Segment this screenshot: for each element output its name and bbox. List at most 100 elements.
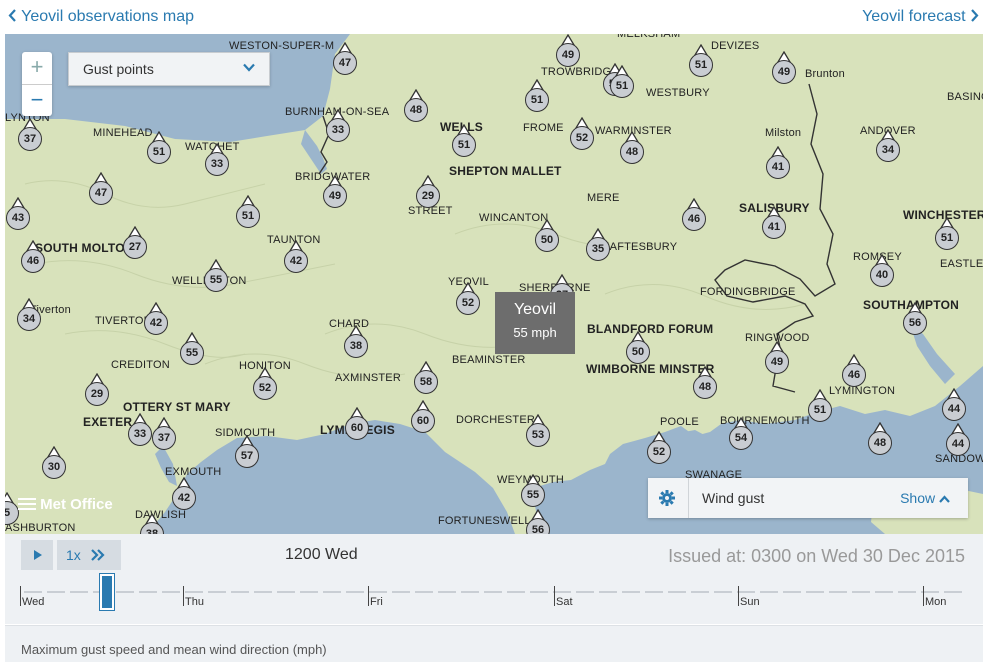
gust-marker[interactable]: 55 [203,259,229,293]
place-label: CREDITON [111,359,170,371]
gust-marker[interactable]: 52 [252,367,278,401]
play-button[interactable] [21,540,53,570]
gust-marker[interactable]: 48 [692,366,718,400]
gust-marker[interactable]: 51 [807,389,833,423]
gust-marker[interactable]: 37 [17,118,43,152]
gust-marker[interactable]: 49 [764,341,790,375]
gear-icon[interactable] [658,489,676,507]
gust-marker[interactable]: 48 [867,422,893,456]
back-to-observations-link[interactable]: Yeovil observations map [8,8,194,26]
gust-marker[interactable]: 44 [941,388,967,422]
place-label: Milston [765,127,802,139]
gust-marker[interactable]: 47 [88,172,114,206]
gust-marker[interactable]: 48 [619,131,645,165]
gust-value: 51 [236,204,260,228]
gust-value: 30 [42,455,66,479]
gust-marker[interactable]: 49 [322,175,348,209]
gust-marker[interactable]: 51 [235,195,261,229]
speed-button[interactable]: 1x [57,540,121,570]
gust-marker[interactable]: 38 [139,513,165,534]
gust-marker[interactable]: 33 [325,109,351,143]
gust-marker[interactable]: 53 [525,414,551,448]
timeline-step [461,591,479,593]
time-slider-handle[interactable] [100,574,114,610]
gust-value: 51 [452,133,476,157]
gust-marker[interactable]: 42 [171,477,197,511]
gust-marker[interactable]: 29 [415,175,441,209]
gust-value: 60 [411,409,435,433]
gust-marker[interactable]: 42 [283,240,309,274]
zoom-out-button[interactable]: − [22,84,52,117]
gust-marker[interactable]: 34 [875,129,901,163]
gust-value: 51 [808,398,832,422]
zoom-in-button[interactable]: + [22,52,52,84]
gust-marker[interactable]: 55 [179,332,205,366]
gust-marker[interactable]: 51 [688,44,714,78]
gust-marker[interactable]: 51 [934,217,960,251]
gust-marker[interactable]: 46 [681,198,707,232]
map-canvas[interactable]: WESTON-SUPER-M MELKSHAM DEVIZES TROWBRIDGE B… [5,34,983,534]
timeline-step [576,591,594,593]
place-label: FROME [523,122,564,134]
gust-marker[interactable]: 56 [525,509,551,534]
gust-marker[interactable]: 41 [765,146,791,180]
gust-marker[interactable]: 49 [771,51,797,85]
tooltip-value: 55 mph [513,325,557,340]
gust-marker[interactable]: 30 [41,446,67,480]
gust-marker[interactable]: 35 [585,228,611,262]
gust-marker[interactable]: 51 [609,65,635,99]
gust-marker[interactable]: 46 [20,240,46,274]
gust-marker[interactable]: 56 [902,302,928,336]
gust-marker[interactable]: 46 [841,354,867,388]
forecast-link[interactable]: Yeovil forecast [862,8,979,26]
gust-marker[interactable]: 58 [413,361,439,395]
timeline-day-label: Thu [185,596,204,608]
gust-marker[interactable]: 44 [945,423,971,457]
place-label: OTTERY ST MARY [123,400,231,414]
gust-marker[interactable]: 43 [5,197,31,231]
gust-marker[interactable]: 54 [728,417,754,451]
legend-divider [688,478,689,518]
layer-select[interactable]: Gust points [68,52,270,86]
timeline-step [438,591,456,593]
gust-marker[interactable]: 51 [524,79,550,113]
gust-marker[interactable]: 47 [332,42,358,76]
timeline-step [300,591,318,593]
gust-marker[interactable]: 60 [410,400,436,434]
timeline-step [760,591,778,593]
gust-marker[interactable]: 33 [127,413,153,447]
gust-value: 51 [689,53,713,77]
gust-marker[interactable]: 51 [146,131,172,165]
gust-marker[interactable]: 52 [646,431,672,465]
timeline-step [944,591,962,593]
gust-marker[interactable]: 29 [84,373,110,407]
gust-marker[interactable]: 27 [122,226,148,260]
timeline-step [208,591,226,593]
gust-marker[interactable]: 42 [143,302,169,336]
gust-marker[interactable]: 38 [343,325,369,359]
chevron-down-icon [243,63,255,72]
gust-marker[interactable]: 49 [555,34,581,68]
gust-marker[interactable]: 57 [234,435,260,469]
gust-marker[interactable]: 51 [451,124,477,158]
gust-marker[interactable]: 60 [344,407,370,441]
gust-marker[interactable]: 37 [151,417,177,451]
timeline-step [185,591,203,593]
gust-marker[interactable]: 50 [625,331,651,365]
timeline-step [599,591,617,593]
gust-marker[interactable]: 33 [204,143,230,177]
gust-marker[interactable]: 48 [403,89,429,123]
gust-marker[interactable]: 55 [520,474,546,508]
gust-marker[interactable]: 52 [569,117,595,151]
legend-show-toggle[interactable]: Show [900,490,950,506]
gust-marker[interactable]: 34 [16,298,42,332]
time-slider[interactable]: Wed Thu Fri Sat Sun Mon [20,574,970,614]
timeline-step [737,591,755,593]
gust-marker[interactable]: 41 [761,206,787,240]
gust-value: 37 [18,127,42,151]
gust-marker[interactable]: 40 [869,254,895,288]
timeline-day-label: Fri [370,596,383,608]
gust-marker[interactable]: 50 [534,219,560,253]
gust-marker[interactable]: 52 [455,282,481,316]
back-link-label: Yeovil observations map [21,8,194,25]
